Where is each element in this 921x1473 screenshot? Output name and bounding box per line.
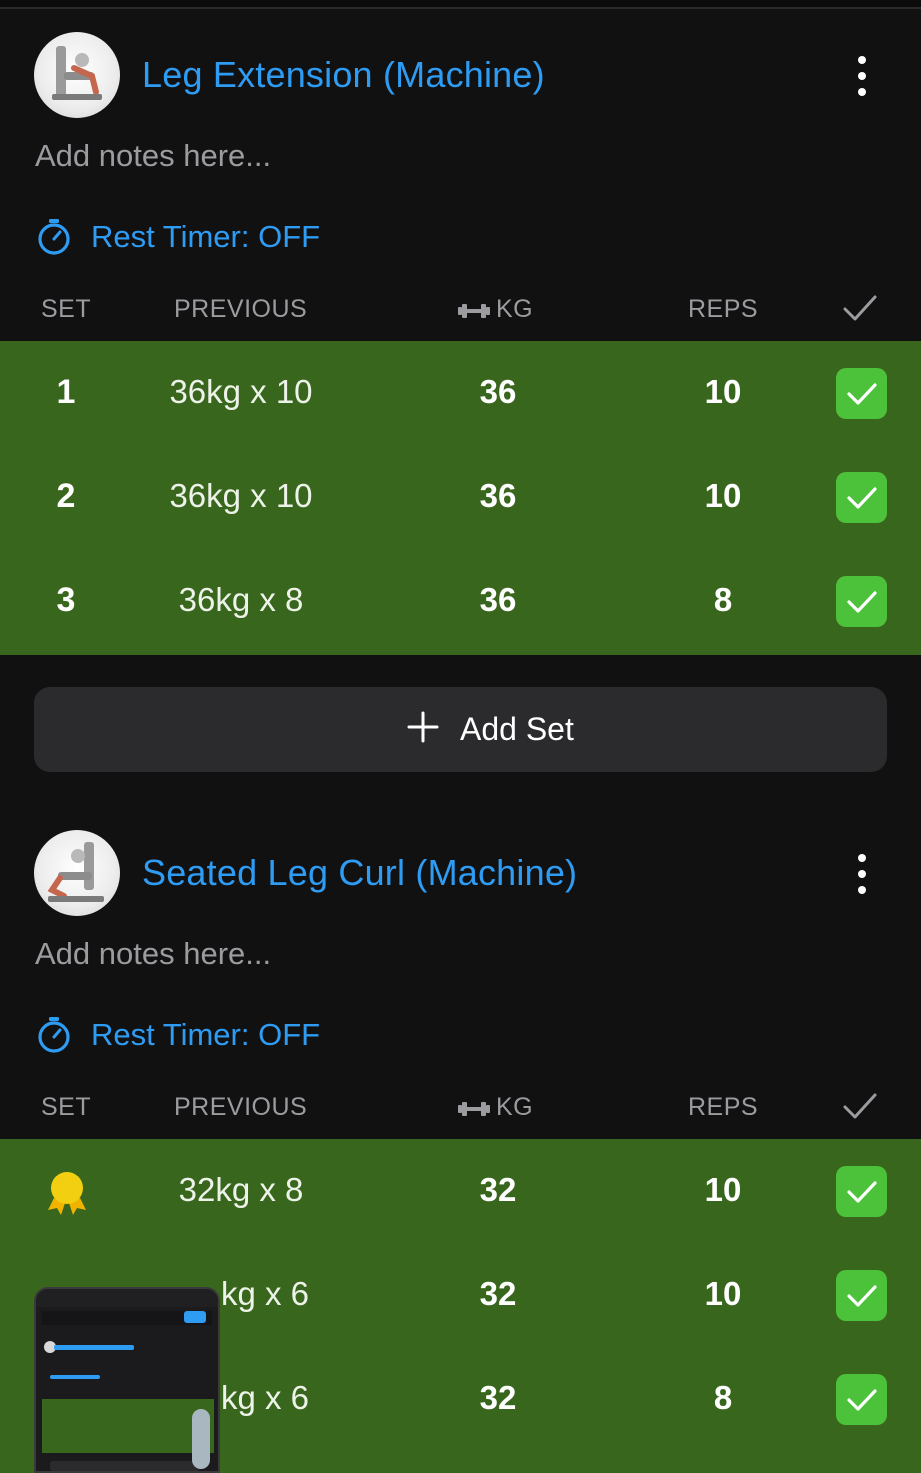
reps-input[interactable]: 8 [673,581,773,619]
kg-input[interactable]: 36 [448,581,548,619]
reps-input[interactable]: 8 [673,1379,773,1417]
reps-input[interactable]: 10 [673,373,773,411]
set-row: 2 36kg x 10 36 10 [0,445,921,549]
rest-timer-label: Rest Timer: OFF [91,1017,321,1052]
exercise-header: Leg Extension (Machine) [0,32,921,120]
plus-icon [407,711,439,743]
kg-input[interactable]: 32 [448,1171,548,1209]
check-icon [847,1181,877,1203]
complete-set-checkbox[interactable] [836,576,887,627]
check-icon [847,1389,877,1411]
dumbbell-icon [458,1102,490,1116]
preview-rest-timer [50,1375,100,1379]
more-options-icon[interactable] [846,852,878,896]
add-set-button[interactable]: Add Set [34,687,887,772]
preview-sets-table [42,1399,214,1453]
notes-input[interactable]: Add notes here... [35,936,271,972]
kg-input[interactable]: 36 [448,477,548,515]
preview-scroll-handle[interactable] [192,1409,210,1469]
column-kg-label: KG [496,295,534,323]
column-check-icon [842,293,878,330]
preview-add-set-button [50,1461,200,1471]
sets-table-header: SET PREVIOUS KG REPS [0,285,921,340]
complete-set-checkbox[interactable] [836,472,887,523]
column-previous: PREVIOUS [174,1093,308,1121]
set-number[interactable]: 1 [40,373,92,412]
set-number[interactable]: 3 [40,581,92,620]
exercise-title[interactable]: Seated Leg Curl (Machine) [142,852,577,894]
dumbbell-icon [458,304,490,318]
column-kg-label: KG [496,1093,534,1121]
previous-value[interactable]: 36kg x 10 [140,477,342,515]
column-set: SET [41,1093,92,1121]
preview-exercise-title [54,1345,134,1350]
preview-finish-button [184,1311,206,1323]
complete-set-checkbox[interactable] [836,368,887,419]
set-number[interactable]: 2 [40,477,92,516]
set-row: 1 36kg x 10 36 10 [0,341,921,445]
set-row: 3 36kg x 8 36 8 [0,549,921,655]
exercise-thumbnail[interactable] [34,32,120,118]
sets-table-body: 1 36kg x 10 36 10 2 36kg x 10 36 10 3 36… [0,341,921,655]
set-row: 32kg x 8 32 10 [0,1139,921,1243]
check-icon [847,1285,877,1307]
kg-input[interactable]: 36 [448,373,548,411]
sets-table-header: SET PREVIOUS KG REPS [0,1083,921,1138]
column-kg: KG [458,295,533,324]
column-kg: KG [458,1093,533,1122]
previous-value[interactable]: 36kg x 8 [140,581,342,619]
stopwatch-icon [38,219,70,255]
notes-input[interactable]: Add notes here... [35,138,271,174]
column-set: SET [41,295,92,323]
reps-input[interactable]: 10 [673,1275,773,1313]
preview-status-bar [36,1289,218,1307]
reps-input[interactable]: 10 [673,1171,773,1209]
kg-input[interactable]: 32 [448,1379,548,1417]
complete-set-checkbox[interactable] [836,1270,887,1321]
exercise-thumbnail[interactable] [34,830,120,916]
more-options-icon[interactable] [846,54,878,98]
screen-preview-overlay[interactable] [34,1287,220,1473]
rest-timer-label: Rest Timer: OFF [91,219,321,254]
check-icon [847,383,877,405]
top-divider [0,0,921,9]
check-icon [847,591,877,613]
check-icon [847,487,877,509]
complete-set-checkbox[interactable] [836,1166,887,1217]
add-set-label: Add Set [460,711,574,747]
column-previous: PREVIOUS [174,295,308,323]
previous-value[interactable]: 36kg x 10 [140,373,342,411]
column-reps: REPS [688,295,759,323]
reps-input[interactable]: 10 [673,477,773,515]
stopwatch-icon [38,1017,70,1053]
medal-icon[interactable] [44,1170,90,1216]
complete-set-checkbox[interactable] [836,1374,887,1425]
column-reps: REPS [688,1093,759,1121]
previous-value[interactable]: 32kg x 8 [140,1171,342,1209]
column-check-icon [842,1091,878,1128]
exercise-title[interactable]: Leg Extension (Machine) [142,54,545,96]
exercise-header: Seated Leg Curl (Machine) [0,830,921,918]
kg-input[interactable]: 32 [448,1275,548,1313]
